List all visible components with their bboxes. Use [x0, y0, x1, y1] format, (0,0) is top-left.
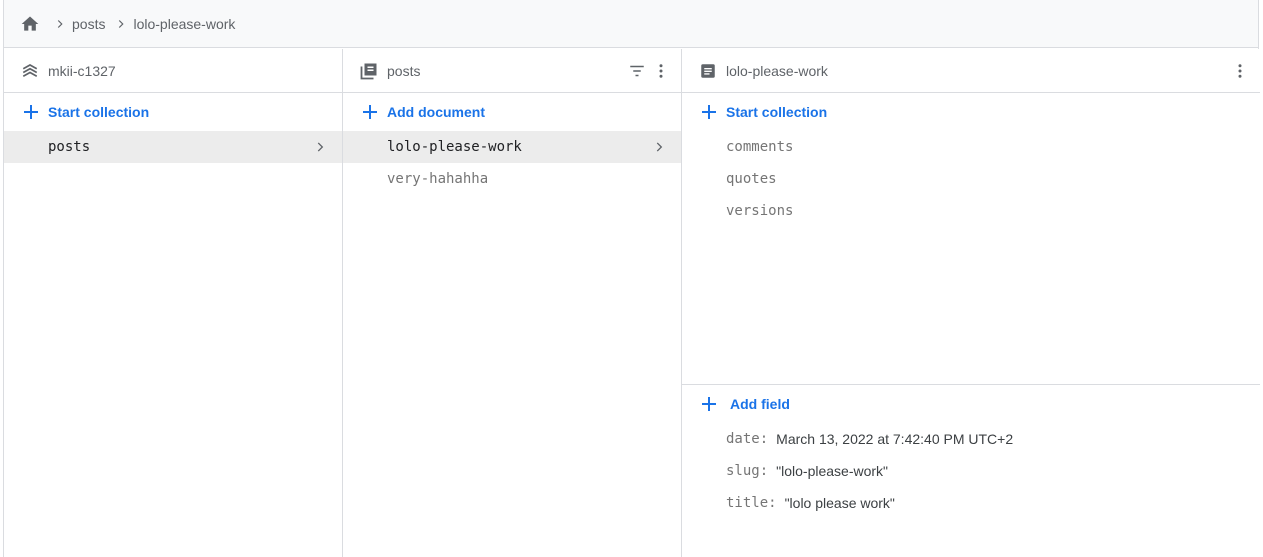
document-title: lolo-please-work: [726, 62, 828, 79]
document-item-lolo-please-work[interactable]: lolo-please-work: [343, 131, 681, 163]
chevron-right-icon: [651, 139, 667, 155]
chevron-right-icon: [48, 14, 72, 34]
start-collection-button[interactable]: Start collection: [4, 93, 342, 131]
field-value: "lolo-please-work": [776, 463, 889, 479]
field-key: title:: [726, 495, 777, 511]
subcollection-item-quotes[interactable]: quotes: [682, 163, 1260, 195]
field-row-slug[interactable]: slug: "lolo-please-work": [682, 455, 1260, 487]
plus-icon: [22, 103, 40, 121]
field-key: date:: [726, 431, 769, 447]
start-collection-label: Start collection: [726, 104, 828, 120]
list-item-label: comments: [726, 139, 794, 155]
root-panel-header: mkii-c1327: [4, 49, 342, 93]
chevron-right-icon: [312, 139, 328, 155]
field-row-title[interactable]: title: "lolo please work": [682, 487, 1260, 519]
collection-title: posts: [387, 62, 421, 79]
add-document-label: Add document: [387, 104, 485, 120]
document-fields: Add field date: March 13, 2022 at 7:42:4…: [682, 384, 1260, 557]
database-icon: [20, 61, 40, 81]
add-field-button[interactable]: Add field: [682, 385, 1260, 423]
document-item-very-hahahha[interactable]: very-hahahha: [343, 163, 681, 195]
project-title: mkii-c1327: [48, 62, 116, 79]
list-item-label: quotes: [726, 171, 777, 187]
field-key: slug:: [726, 463, 769, 479]
collection-item-posts[interactable]: posts: [4, 131, 342, 163]
collection-panel-header: posts: [343, 49, 681, 93]
home-icon[interactable]: [20, 14, 40, 34]
field-row-date[interactable]: date: March 13, 2022 at 7:42:40 PM UTC+2: [682, 423, 1260, 455]
add-field-label: Add field: [730, 396, 790, 412]
filter-icon[interactable]: [625, 59, 649, 83]
breadcrumb-item-posts[interactable]: posts: [72, 16, 105, 32]
document-panel: lolo-please-work Start collection commen…: [682, 49, 1260, 557]
add-document-button[interactable]: Add document: [343, 93, 681, 131]
root-panel: mkii-c1327 Start collection posts: [4, 49, 343, 557]
plus-icon: [700, 103, 718, 121]
collection-icon: [359, 61, 379, 81]
start-collection-button[interactable]: Start collection: [682, 93, 1260, 131]
subcollection-item-comments[interactable]: comments: [682, 131, 1260, 163]
plus-icon: [700, 395, 718, 413]
list-item-label: versions: [726, 203, 794, 219]
more-vert-icon[interactable]: [1228, 59, 1252, 83]
start-collection-label: Start collection: [48, 104, 150, 120]
document-icon: [698, 61, 718, 81]
breadcrumb-item-document[interactable]: lolo-please-work: [133, 16, 235, 32]
list-item-label: posts: [48, 139, 91, 155]
more-vert-icon[interactable]: [649, 59, 673, 83]
field-value: "lolo please work": [784, 495, 895, 511]
field-value: March 13, 2022 at 7:42:40 PM UTC+2: [776, 431, 1014, 447]
list-item-label: lolo-please-work: [387, 139, 522, 155]
list-item-label: very-hahahha: [387, 171, 489, 187]
plus-icon: [361, 103, 379, 121]
chevron-right-icon: [109, 14, 133, 34]
document-panel-header: lolo-please-work: [682, 49, 1260, 93]
firestore-data-viewer: posts lolo-please-work mkii-c1327 Start …: [3, 0, 1260, 557]
collection-panel: posts Add document lolo-please-work very…: [343, 49, 682, 557]
breadcrumb: posts lolo-please-work: [4, 0, 1258, 48]
subcollection-item-versions[interactable]: versions: [682, 195, 1260, 227]
